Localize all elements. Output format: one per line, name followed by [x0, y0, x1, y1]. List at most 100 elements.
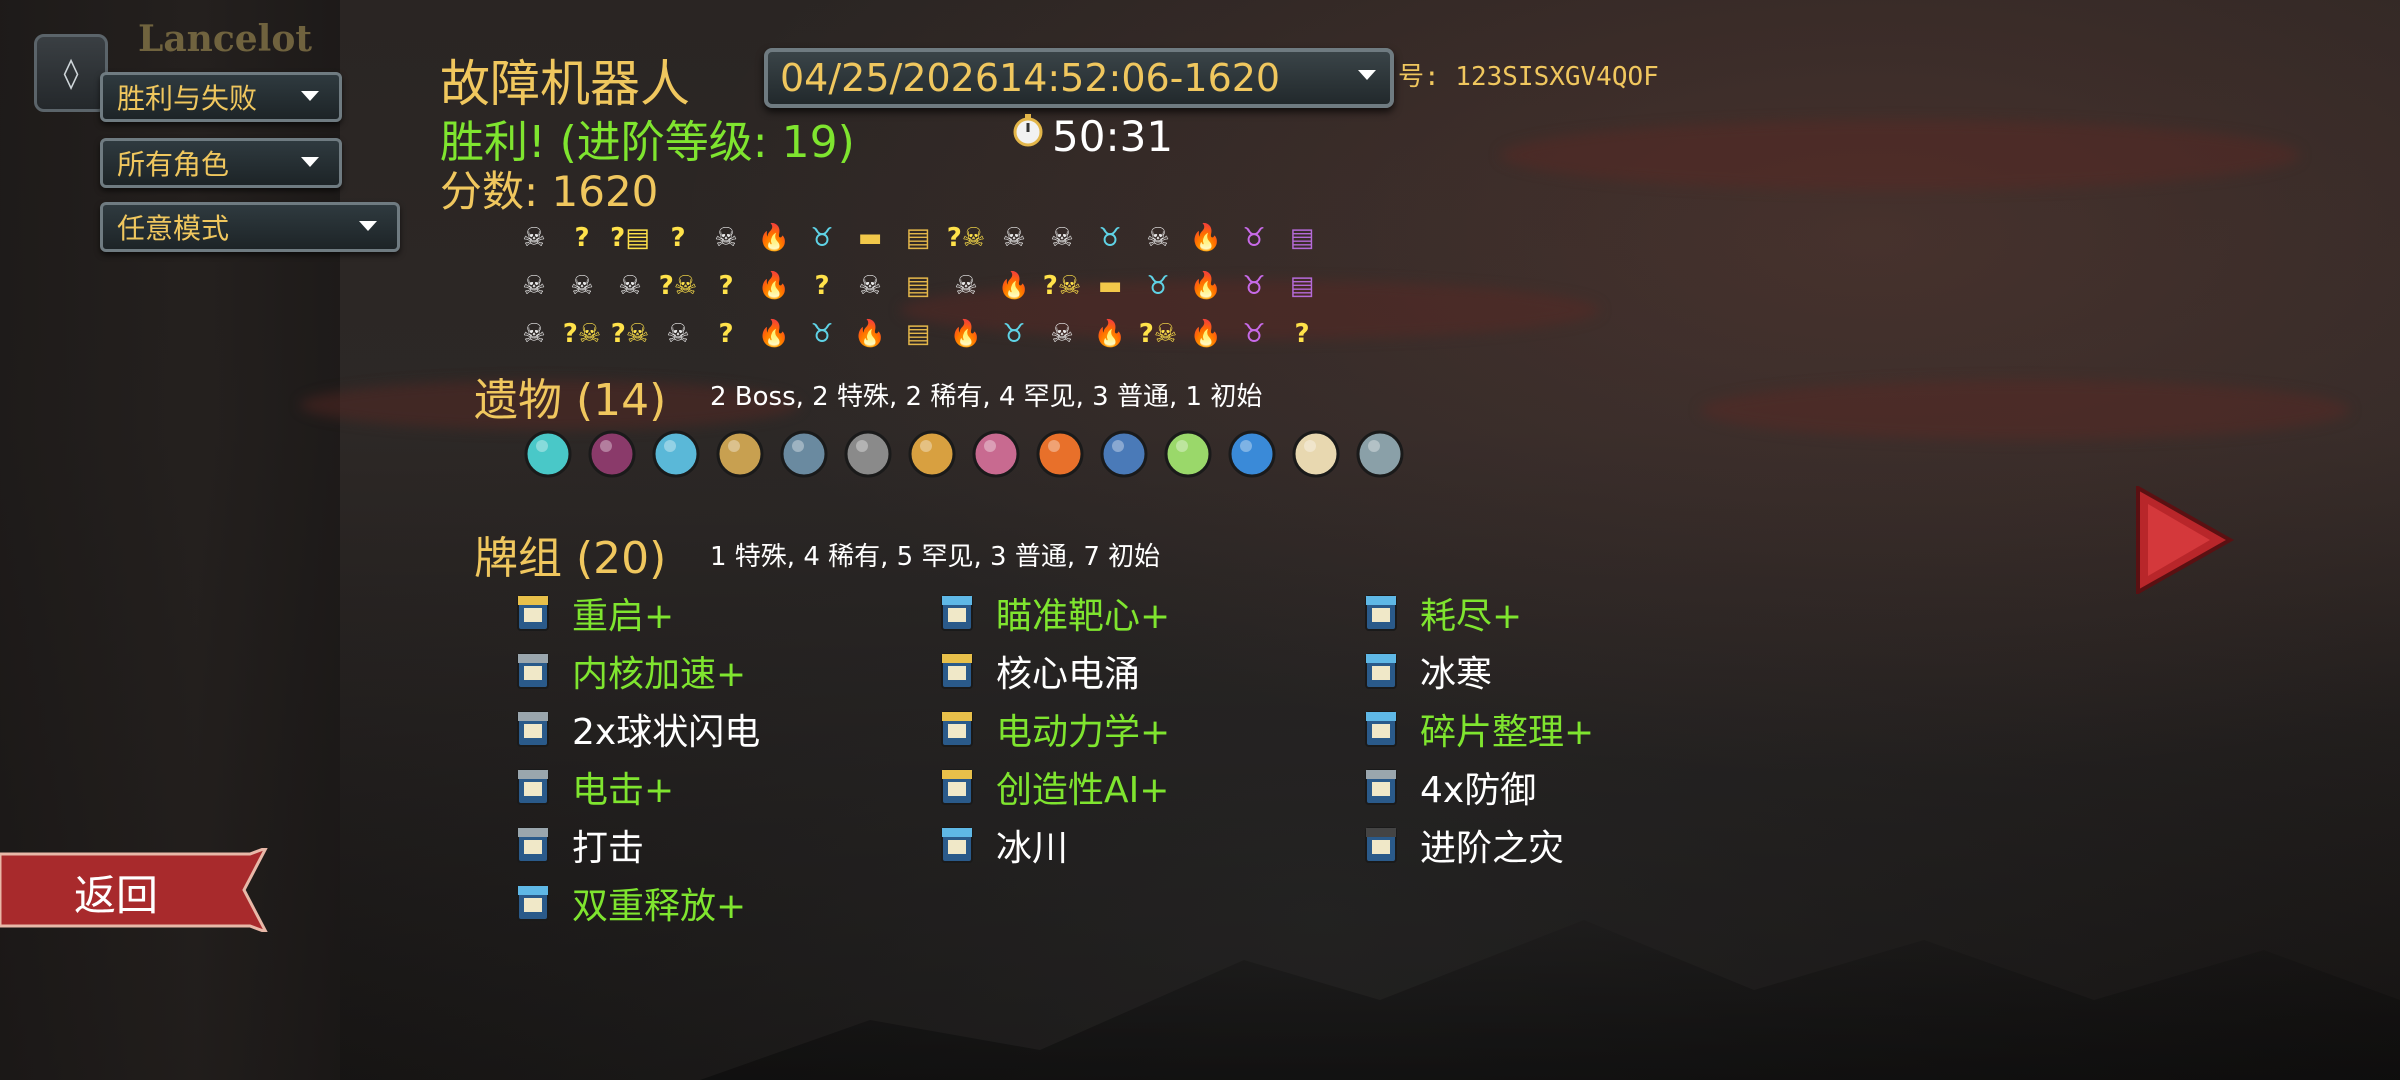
green-scroll-icon[interactable]	[1156, 420, 1220, 484]
unknown-node-icon[interactable]: ?	[702, 266, 750, 306]
dark-crown-icon[interactable]	[580, 420, 644, 484]
fire-node-icon[interactable]: 🔥	[750, 218, 798, 258]
unknown-node-icon[interactable]: ?	[798, 266, 846, 306]
outcome-filter-label: 胜利与失败	[117, 82, 258, 115]
mode-filter-label: 任意模式	[117, 212, 230, 245]
deck-card[interactable]: 2x球状闪电	[516, 704, 760, 754]
whip-coil-icon[interactable]	[772, 420, 836, 484]
deck-card[interactable]: 冰川	[940, 820, 1068, 870]
unknown-node-icon[interactable]: ?	[702, 314, 750, 354]
deck-card[interactable]: 耗尽+	[1364, 588, 1522, 638]
monster-node-icon[interactable]: ☠	[702, 218, 750, 258]
fire-node-icon[interactable]: 🔥	[750, 314, 798, 354]
kettlebell-icon[interactable]	[836, 420, 900, 484]
character-filter-label: 所有角色	[117, 148, 230, 181]
unknown-node-icon[interactable]: ?	[654, 218, 702, 258]
card-icon	[941, 595, 973, 631]
card-icon	[517, 595, 549, 631]
deck-card[interactable]: 双重释放+	[516, 878, 746, 928]
shop-node-icon[interactable]: ▬	[846, 218, 894, 258]
monster-node-icon[interactable]: ☠	[510, 218, 558, 258]
elite-node-icon[interactable]: ♉	[798, 218, 846, 258]
card-icon	[1365, 827, 1397, 863]
fire-node-icon[interactable]: 🔥	[1182, 218, 1230, 258]
elite-node-icon[interactable]: ♉	[798, 314, 846, 354]
beetle-card-icon[interactable]	[708, 420, 772, 484]
fire-jar-icon[interactable]	[1028, 420, 1092, 484]
monster-node-icon[interactable]: ☠	[846, 266, 894, 306]
unknown-chest-node-icon[interactable]: ?▤	[606, 218, 654, 258]
run-time: 50:31	[1052, 112, 1174, 161]
path-row: ☠? ?▤? ☠ 🔥 ♉ ▬ ▤ ?☠ ☠ ☠ ♉ ☠ 🔥 ♉ ▤	[510, 218, 1326, 258]
elite-node-icon[interactable]: ♉	[1134, 266, 1182, 306]
monster-node-icon[interactable]: ☠	[558, 266, 606, 306]
boss-node-icon[interactable]: ♉	[1230, 218, 1278, 258]
unknown-monster-node-icon[interactable]: ?☠	[606, 314, 654, 354]
unknown-monster-node-icon[interactable]: ?☠	[1134, 314, 1182, 354]
deck-title: 牌组 (20)	[474, 533, 667, 584]
purple-chest-node-icon[interactable]: ▤	[1278, 218, 1326, 258]
chest-node-icon[interactable]: ▤	[894, 218, 942, 258]
deck-card[interactable]: 电击+	[516, 762, 674, 812]
deck-card[interactable]: 重启+	[516, 588, 674, 638]
back-button[interactable]: 返回	[0, 845, 270, 935]
teapot-icon[interactable]	[1348, 420, 1412, 484]
fire-node-icon[interactable]: 🔥	[750, 266, 798, 306]
elite-node-icon[interactable]: ♉	[1086, 218, 1134, 258]
chest-node-icon[interactable]: ▤	[894, 314, 942, 354]
pink-book-icon[interactable]	[964, 420, 1028, 484]
orb-icon[interactable]	[516, 420, 580, 484]
unknown-node-icon[interactable]: ?	[1278, 314, 1326, 354]
mode-filter-dropdown[interactable]: 任意模式	[100, 202, 400, 252]
run-date-dropdown[interactable]: 04/25/202614:52:06-1620	[764, 48, 1394, 108]
character-filter-dropdown[interactable]: 所有角色	[100, 138, 342, 188]
chest-node-icon[interactable]: ▤	[894, 266, 942, 306]
monster-node-icon[interactable]: ☠	[1134, 218, 1182, 258]
deck-card[interactable]: 创造性AI+	[940, 762, 1169, 812]
unknown-monster-node-icon[interactable]: ?☠	[1038, 266, 1086, 306]
boss-node-icon[interactable]: ♉	[1230, 314, 1278, 354]
next-arrow-button[interactable]	[2134, 486, 2234, 594]
fire-node-icon[interactable]: 🔥	[1182, 314, 1230, 354]
deck-card[interactable]: 核心电涌	[940, 646, 1140, 696]
deck-card[interactable]: 打击	[516, 820, 644, 870]
unknown-node-icon[interactable]: ?	[558, 218, 606, 258]
deck-card[interactable]: 冰寒	[1364, 646, 1492, 696]
unknown-monster-node-icon[interactable]: ?☠	[942, 218, 990, 258]
monster-node-icon[interactable]: ☠	[606, 266, 654, 306]
fire-node-icon[interactable]: 🔥	[846, 314, 894, 354]
monster-node-icon[interactable]: ☠	[942, 266, 990, 306]
fire-node-icon[interactable]: 🔥	[942, 314, 990, 354]
card-name: 双重释放+	[572, 886, 747, 927]
monster-node-icon[interactable]: ☠	[510, 266, 558, 306]
deck-card[interactable]: 碎片整理+	[1364, 704, 1594, 754]
character-select-button[interactable]: ◊	[34, 34, 108, 112]
ginseng-icon[interactable]	[1284, 420, 1348, 484]
elite-node-icon[interactable]: ♉	[990, 314, 1038, 354]
tube-icon[interactable]	[644, 420, 708, 484]
robot-arm-icon[interactable]	[900, 420, 964, 484]
blue-beast-icon[interactable]	[1092, 420, 1156, 484]
deck-card[interactable]: 瞄准靶心+	[940, 588, 1170, 638]
fire-node-icon[interactable]: 🔥	[990, 266, 1038, 306]
monster-node-icon[interactable]: ☠	[510, 314, 558, 354]
outcome-filter-dropdown[interactable]: 胜利与失败	[100, 72, 342, 122]
monster-node-icon[interactable]: ☠	[1038, 218, 1086, 258]
monster-node-icon[interactable]: ☠	[1038, 314, 1086, 354]
deck-card[interactable]: 进阶之灾	[1364, 820, 1564, 870]
blue-lantern-icon[interactable]	[1220, 420, 1284, 484]
monster-node-icon[interactable]: ☠	[654, 314, 702, 354]
fire-node-icon[interactable]: 🔥	[1182, 266, 1230, 306]
boss-node-icon[interactable]: ♉	[1230, 266, 1278, 306]
deck-card[interactable]: 电动力学+	[940, 704, 1170, 754]
unknown-monster-node-icon[interactable]: ?☠	[654, 266, 702, 306]
shop-node-icon[interactable]: ▬	[1086, 266, 1134, 306]
card-name: 耗尽+	[1420, 596, 1523, 637]
deck-card[interactable]: 内核加速+	[516, 646, 746, 696]
monster-node-icon[interactable]: ☠	[990, 218, 1038, 258]
relic-list	[516, 420, 1412, 484]
fire-node-icon[interactable]: 🔥	[1086, 314, 1134, 354]
deck-card[interactable]: 4x防御	[1364, 762, 1536, 812]
unknown-monster-node-icon[interactable]: ?☠	[558, 314, 606, 354]
purple-chest-node-icon[interactable]: ▤	[1278, 266, 1326, 306]
